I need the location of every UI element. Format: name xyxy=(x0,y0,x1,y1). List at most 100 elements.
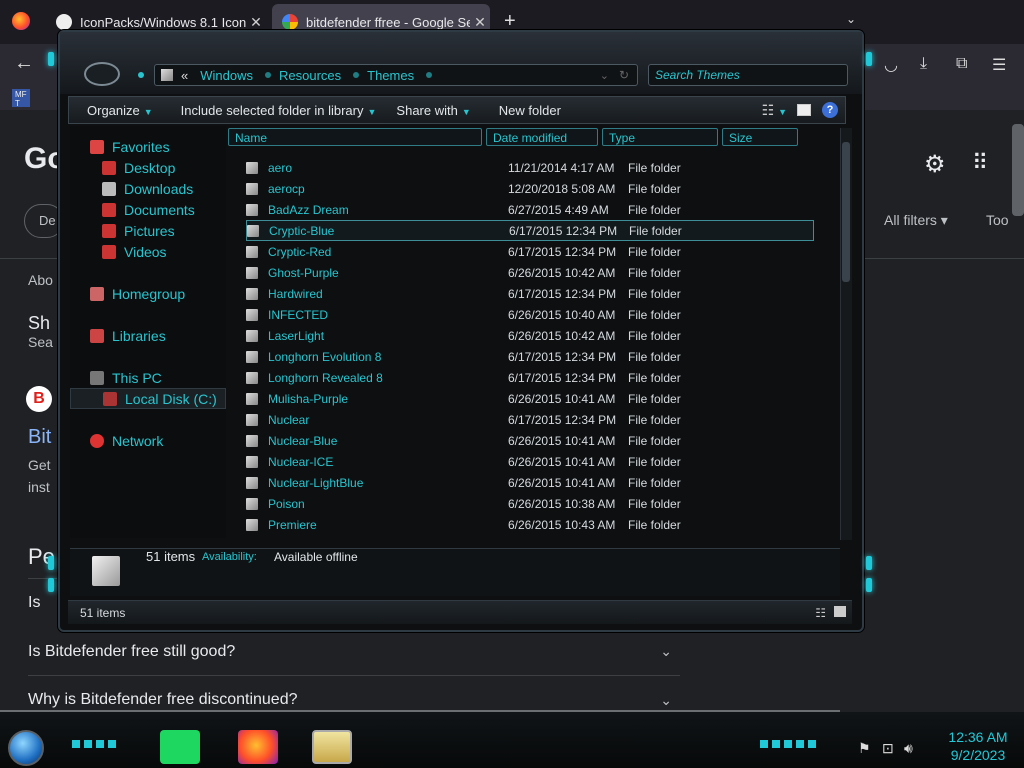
settings-gear-icon[interactable]: ⚙ xyxy=(924,150,946,179)
extensions-icon[interactable]: ⧉ xyxy=(956,55,967,73)
breadcrumb-separator-icon[interactable] xyxy=(426,72,433,78)
result-title-link[interactable]: Bit xyxy=(28,426,51,449)
file-type: File folder xyxy=(628,181,681,196)
bookmark-item[interactable]: MF T xyxy=(12,89,30,108)
column-date-modified[interactable]: Date modified xyxy=(486,128,598,146)
view-options-icon[interactable]: ☷ ▼ xyxy=(762,102,787,119)
preview-pane-icon[interactable] xyxy=(797,104,811,116)
apps-grid-icon[interactable]: ⠿ xyxy=(972,150,988,176)
file-row[interactable]: aerocp 12/20/2018 5:08 AM File folder xyxy=(246,178,814,199)
system-clock[interactable]: 12:36 AM 9/2/2023 xyxy=(936,728,1020,764)
nav-local-disk[interactable]: Local Disk (C:) xyxy=(70,388,226,409)
scrollbar-thumb[interactable] xyxy=(842,142,850,282)
nav-network[interactable]: Network xyxy=(70,430,226,451)
search-snippet: Sea xyxy=(28,334,53,350)
firefox-icon[interactable] xyxy=(12,12,30,30)
nav-downloads[interactable]: Downloads xyxy=(70,178,226,199)
details-view-icon[interactable]: ☷ xyxy=(815,606,826,620)
page-scrollbar[interactable] xyxy=(1012,124,1024,216)
breadcrumb-themes[interactable]: Themes xyxy=(367,68,414,83)
file-row[interactable]: Nuclear-LightBlue 6/26/2015 10:41 AM File … xyxy=(246,472,814,493)
nav-videos[interactable]: Videos xyxy=(70,241,226,262)
faq-question: Why is Bitdefender free discontinued? xyxy=(28,691,298,708)
file-row[interactable]: Longhorn Evolution 8 6/17/2015 12:34 PM Fi… xyxy=(246,346,814,367)
file-row[interactable]: BadAzz Dream 6/27/2015 4:49 AM File folder xyxy=(246,199,814,220)
network-tray-icon[interactable]: ⊡ xyxy=(882,740,894,757)
file-type: File folder xyxy=(628,244,681,259)
breadcrumb-separator-icon[interactable] xyxy=(264,72,271,78)
breadcrumb-resources[interactable]: Resources xyxy=(279,68,341,83)
pocket-icon[interactable]: ◡ xyxy=(884,55,898,75)
dropdown-chevron-icon[interactable]: ⌄ xyxy=(600,69,609,82)
organize-button[interactable]: Organize ▼ xyxy=(87,103,153,118)
volume-icon[interactable]: 🔊︎ xyxy=(904,740,913,757)
file-row[interactable]: LaserLight 6/26/2015 10:42 AM File folder xyxy=(246,325,814,346)
file-name: aero xyxy=(268,160,293,175)
nav-this-pc[interactable]: This PC xyxy=(70,367,226,388)
file-date: 12/20/2018 5:08 AM xyxy=(508,181,616,196)
menu-icon[interactable]: ☰ xyxy=(992,55,1006,75)
large-icons-view-icon[interactable] xyxy=(834,606,846,617)
start-orb-icon[interactable] xyxy=(8,730,44,766)
column-size[interactable]: Size xyxy=(722,128,798,146)
nav-label: Libraries xyxy=(112,327,166,344)
file-row[interactable]: Mulisha-Purple 6/26/2015 10:41 AM File fol… xyxy=(246,388,814,409)
breadcrumb-separator-icon[interactable] xyxy=(353,72,360,78)
back-forward-orb-icon[interactable] xyxy=(84,62,120,86)
nav-label: Network xyxy=(112,432,164,449)
file-explorer-taskbar-icon[interactable] xyxy=(312,730,352,764)
all-filters-button[interactable]: All filters ▾ xyxy=(884,212,948,229)
nav-homegroup[interactable]: Homegroup xyxy=(70,283,226,304)
file-row[interactable]: Ghost-Purple 6/26/2015 10:42 AM File folde… xyxy=(246,262,814,283)
include-in-library-button[interactable]: Include selected folder in library ▼ xyxy=(181,103,377,118)
file-row[interactable]: Hardwired 6/17/2015 12:34 PM File folder xyxy=(246,283,814,304)
file-row[interactable]: Cryptic-Red 6/17/2015 12:34 PM File folder xyxy=(246,241,814,262)
search-input[interactable]: Search Themes xyxy=(648,64,848,86)
back-arrow-icon[interactable]: ← xyxy=(14,52,34,75)
close-tab-icon[interactable]: ✕ xyxy=(470,14,490,31)
refresh-icon[interactable]: ↻ xyxy=(619,68,629,82)
breadcrumb-windows[interactable]: Windows xyxy=(200,68,253,83)
file-row[interactable]: Cryptic-Blue 6/17/2015 12:34 PM File folde… xyxy=(246,220,814,241)
nav-desktop[interactable]: Desktop xyxy=(70,157,226,178)
nav-libraries[interactable]: Libraries xyxy=(70,325,226,346)
file-row[interactable]: Longhorn Revealed 8 6/17/2015 12:34 PM Fil… xyxy=(246,367,814,388)
file-explorer-window[interactable]: « Windows Resources Themes ⌄ ↻ Search Th… xyxy=(48,30,872,632)
close-tab-icon[interactable]: ✕ xyxy=(246,14,266,31)
security-flag-icon[interactable]: ⚑ xyxy=(858,740,871,757)
breadcrumb-overflow[interactable]: « xyxy=(181,68,188,83)
file-row[interactable]: Nuclear-ICE 6/26/2015 10:41 AM File folder xyxy=(246,451,814,472)
file-row[interactable]: Nuclear-Blue 6/26/2015 10:41 AM File folde… xyxy=(246,430,814,451)
file-type: File folder xyxy=(628,349,681,364)
nav-favorites[interactable]: Favorites xyxy=(70,136,226,157)
tools-button[interactable]: Too xyxy=(986,212,1009,228)
faq-item[interactable]: Is Bitdefender free still good? ⌄ xyxy=(28,628,680,676)
nav-documents[interactable]: Documents xyxy=(70,199,226,220)
column-type[interactable]: Type xyxy=(602,128,718,146)
file-row[interactable]: Premiere 6/26/2015 10:43 AM File folder xyxy=(246,514,814,535)
folder-icon xyxy=(246,161,258,174)
file-row[interactable]: Nuclear 6/17/2015 12:34 PM File folder xyxy=(246,409,814,430)
result-snippet: inst xyxy=(28,479,50,495)
share-with-button[interactable]: Share with ▼ xyxy=(396,103,470,118)
folder-large-icon xyxy=(92,556,120,586)
firefox-taskbar-icon[interactable] xyxy=(238,730,278,764)
file-row[interactable]: INFECTED 6/26/2015 10:40 AM File folder xyxy=(246,304,814,325)
help-icon[interactable]: ? xyxy=(822,102,838,118)
download-icon[interactable]: ⤓ xyxy=(920,55,927,73)
spotify-notes-app-icon[interactable] xyxy=(160,730,200,764)
folder-icon xyxy=(246,455,258,468)
file-name: Nuclear xyxy=(268,412,310,427)
column-name[interactable]: Name xyxy=(228,128,482,146)
file-row[interactable]: Poison 6/26/2015 10:38 AM File folder xyxy=(246,493,814,514)
folder-icon xyxy=(246,182,258,195)
new-folder-button[interactable]: New folder xyxy=(499,103,561,118)
list-tabs-icon[interactable]: ⌄ xyxy=(846,12,856,26)
file-row[interactable]: aero 11/21/2014 4:17 AM File folder xyxy=(246,157,814,178)
nav-pictures[interactable]: Pictures xyxy=(70,220,226,241)
file-name: Nuclear-LightBlue xyxy=(268,475,364,490)
address-bar[interactable]: « Windows Resources Themes ⌄ ↻ xyxy=(154,64,638,86)
faq-item[interactable]: Is xyxy=(28,594,40,612)
status-bar: 51 items ☷ xyxy=(68,600,852,624)
file-type: File folder xyxy=(628,202,681,217)
